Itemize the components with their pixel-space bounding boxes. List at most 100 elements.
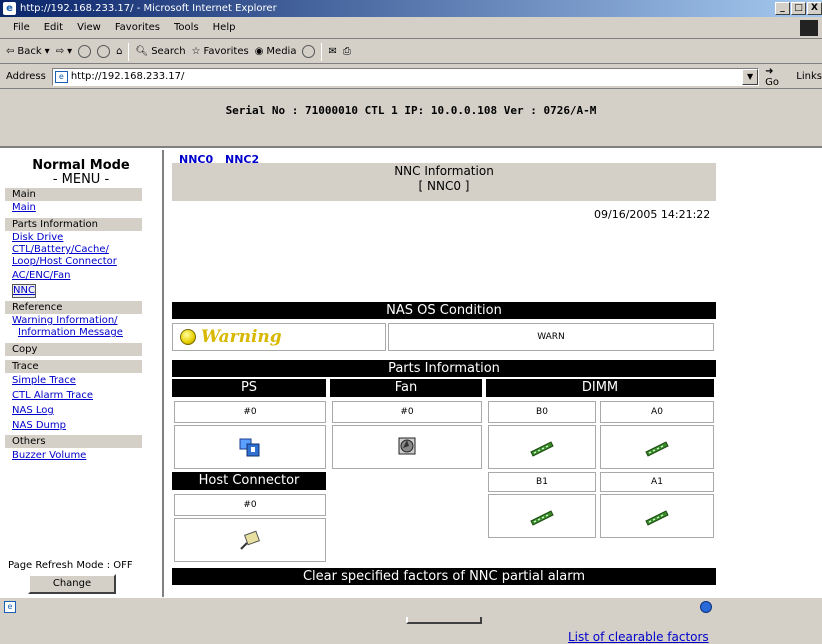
dimm-b1-cell <box>488 494 596 538</box>
device-info: Serial No : 71000010 CTL 1 IP: 10.0.0.10… <box>225 104 597 117</box>
favorites-label: Favorites <box>203 46 249 57</box>
links-button[interactable]: Links <box>796 71 822 82</box>
menu-favorites[interactable]: Favorites <box>115 22 160 33</box>
timestamp: 09/16/2005 14:21:22 <box>594 208 711 221</box>
memory-module-icon[interactable] <box>529 507 555 527</box>
host-number: #0 <box>174 494 326 516</box>
change-button[interactable]: Change <box>28 574 116 594</box>
link-ctl-battery[interactable]: CTL/Battery/Cache/ <box>0 244 162 256</box>
address-input[interactable]: e http://192.168.233.17/ ▼ <box>51 67 760 86</box>
address-label: Address <box>6 71 46 82</box>
home-icon[interactable]: ⌂ <box>116 46 122 57</box>
forward-arrow-icon: ⇨ <box>55 46 65 57</box>
nas-os-header: NAS OS Condition <box>172 302 716 319</box>
link-main[interactable]: Main <box>0 202 162 214</box>
dimm-header: DIMM <box>486 379 714 397</box>
mode-title: Normal Mode <box>32 158 130 173</box>
minimize-button[interactable]: _ <box>775 2 790 15</box>
link-buzzer-volume[interactable]: Buzzer Volume <box>0 450 162 462</box>
menu-bar: File Edit View Favorites Tools Help <box>0 17 822 39</box>
link-ac-enc-fan[interactable]: AC/ENC/Fan <box>0 270 162 282</box>
back-arrow-icon: ⇦ <box>6 46 15 57</box>
dropdown-icon: ▾ <box>67 46 73 57</box>
menu-edit[interactable]: Edit <box>44 22 63 33</box>
link-loop-host[interactable]: Loop/Host Connector <box>0 256 162 268</box>
section-copy: Copy <box>5 343 142 356</box>
status-cell: Warning <box>172 323 386 351</box>
link-nas-log[interactable]: NAS Log <box>0 405 162 417</box>
info-header: NNC Information [ NNC0 ] <box>172 163 716 201</box>
search-label: Search <box>151 46 186 57</box>
left-menu-frame: Normal Mode - MENU - Main Main Parts Inf… <box>0 150 164 597</box>
link-nas-dump[interactable]: NAS Dump <box>0 420 162 432</box>
clearable-factors-link[interactable]: List of clearable factors <box>568 630 709 644</box>
go-button[interactable]: ➜ Go <box>765 66 790 88</box>
forward-button[interactable]: ⇨ ▾ <box>56 46 72 57</box>
windows-logo-icon <box>800 20 818 36</box>
dimm-a1-cell <box>600 494 714 538</box>
dimm-a0-cell <box>600 425 714 469</box>
ps-cell <box>174 425 326 469</box>
title-bar: e http://192.168.233.17/ - Microsoft Int… <box>0 0 822 17</box>
history-icon[interactable] <box>302 45 316 58</box>
maximize-button[interactable]: □ <box>791 2 806 15</box>
page-status-icon: e <box>4 601 16 613</box>
status-text: Warning <box>201 327 282 347</box>
link-disk-drive[interactable]: Disk Drive <box>0 232 162 244</box>
favorites-icon: ☆ <box>191 46 201 57</box>
internet-zone-icon <box>700 601 712 613</box>
mail-icon[interactable]: ✉ <box>328 46 336 57</box>
memory-module-icon[interactable] <box>529 438 555 458</box>
power-supply-icon[interactable] <box>239 436 261 458</box>
media-icon: ◉ <box>254 46 264 57</box>
ie-logo-icon: e <box>3 2 16 15</box>
host-connector-icon[interactable] <box>239 529 261 551</box>
search-icon: 🔍︎ <box>135 46 149 57</box>
link-warning-info[interactable]: Warning Information/ <box>0 315 162 327</box>
link-ctl-alarm-trace[interactable]: CTL Alarm Trace <box>0 390 162 402</box>
menu-help[interactable]: Help <box>213 22 236 33</box>
dimm-b0-cell <box>488 425 596 469</box>
link-info-message[interactable]: Information Message <box>0 327 162 339</box>
dropdown-icon: ▾ <box>44 46 50 57</box>
dimm-b0-label: B0 <box>488 401 596 423</box>
section-trace: Trace <box>5 360 142 373</box>
host-cell <box>174 518 326 562</box>
main-frame: NNC0 NNC2 NNC Information [ NNC0 ] 09/16… <box>166 150 822 644</box>
address-bar: Address e http://192.168.233.17/ ▼ ➜ Go … <box>0 65 822 89</box>
media-button[interactable]: ◉ Media <box>255 46 297 57</box>
menu-tools[interactable]: Tools <box>174 22 199 33</box>
back-button[interactable]: ⇦ Back ▾ <box>6 46 50 57</box>
link-nnc[interactable]: NNC <box>12 284 36 298</box>
memory-module-icon[interactable] <box>644 507 670 527</box>
warning-led-icon <box>180 329 196 345</box>
top-frame: Serial No : 71000010 CTL 1 IP: 10.0.0.10… <box>0 90 822 148</box>
menu-file[interactable]: File <box>13 22 30 33</box>
section-reference: Reference <box>5 301 142 314</box>
link-simple-trace[interactable]: Simple Trace <box>0 375 162 387</box>
page-content: Serial No : 71000010 CTL 1 IP: 10.0.0.10… <box>0 90 822 644</box>
search-button[interactable]: 🔍︎ Search <box>135 46 185 57</box>
refresh-icon[interactable] <box>97 45 111 58</box>
section-others: Others <box>5 435 142 448</box>
menu-view[interactable]: View <box>77 22 101 33</box>
print-icon[interactable]: ⎙ <box>343 46 351 57</box>
fan-cell <box>332 425 482 469</box>
stop-icon[interactable] <box>78 45 92 58</box>
toolbar-separator <box>128 42 130 61</box>
fan-icon[interactable] <box>397 436 417 456</box>
memory-module-icon[interactable] <box>644 438 670 458</box>
clear-alarm-header: Clear specified factors of NNC partial a… <box>172 568 716 585</box>
host-connector-header: Host Connector <box>172 472 326 490</box>
close-button[interactable]: X <box>807 2 822 15</box>
address-dropdown-button[interactable]: ▼ <box>742 68 759 85</box>
go-arrow-icon: ➜ <box>765 65 774 77</box>
ps-header: PS <box>172 379 326 397</box>
favorites-button[interactable]: ☆ Favorites <box>192 46 249 57</box>
address-url: http://192.168.233.17/ <box>70 71 185 82</box>
fan-header: Fan <box>330 379 482 397</box>
toolbar-separator <box>321 42 323 61</box>
go-label: Go <box>765 76 779 88</box>
parts-header: Parts Information <box>172 360 716 377</box>
toolbar: ⇦ Back ▾ ⇨ ▾ ⌂ 🔍︎ Search ☆ Favorites ◉ Media ✉… <box>0 40 822 64</box>
